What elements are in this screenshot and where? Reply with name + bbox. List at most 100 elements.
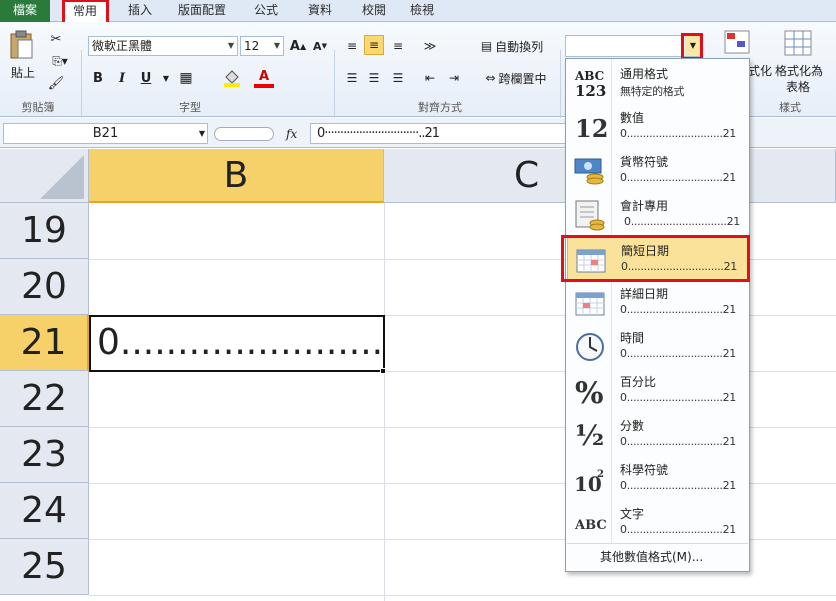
font-group-label: 字型 <box>179 101 201 114</box>
accounting-icon <box>573 199 607 231</box>
menu-item-sample: 0..............................21 <box>620 435 736 448</box>
font-size-combo[interactable]: 12 ▼ <box>240 36 284 56</box>
row-header-20[interactable]: 20 <box>0 259 89 315</box>
tab-home[interactable]: 常用 <box>62 0 108 23</box>
align-left-icon[interactable]: ☰ <box>342 68 362 88</box>
row-header-25[interactable]: 25 <box>0 539 89 595</box>
menu-item-label: 科學符號 <box>620 463 669 477</box>
orientation-icon[interactable]: ≫ <box>420 36 440 56</box>
menu-item-short-date[interactable]: 簡短日期 0..............................21 <box>567 237 748 281</box>
number-format-combo[interactable]: ▼ <box>565 35 702 57</box>
format-as-table-label[interactable]: 格式化為 <box>772 62 826 78</box>
svg-text:½: ½ <box>575 419 604 451</box>
grow-font-icon[interactable]: A ▲ <box>288 36 308 56</box>
align-top-icon[interactable]: ≡ <box>342 36 362 56</box>
svg-text:123: 123 <box>575 82 606 99</box>
column-header-b[interactable]: B <box>89 149 384 203</box>
conditional-format-label[interactable]: 式化 <box>748 62 772 78</box>
fraction-icon: ½ <box>573 419 607 451</box>
chevron-down-icon: ▼ <box>273 41 281 50</box>
menu-item-percentage[interactable]: % 百分比 0..............................21 <box>567 369 748 413</box>
tab-view[interactable]: 檢視 <box>402 0 442 22</box>
number-format-dropdown-button[interactable]: ▼ <box>685 36 701 56</box>
underline-button[interactable]: U <box>136 68 156 88</box>
tab-formulas[interactable]: 公式 <box>246 0 286 22</box>
number-12-icon: 12 <box>573 111 607 143</box>
menu-item-label: 時間 <box>620 331 645 345</box>
menu-item-text[interactable]: ABC 文字 0..............................21 <box>567 501 748 545</box>
row-header-22[interactable]: 22 <box>0 371 89 427</box>
svg-text:12: 12 <box>575 114 607 143</box>
name-box[interactable]: B21 ▼ <box>3 123 208 144</box>
font-color-icon[interactable]: A <box>254 68 274 88</box>
decrease-indent-icon[interactable]: ⇤ <box>420 68 440 88</box>
align-middle-icon[interactable]: ≡ <box>364 35 384 55</box>
merge-icon: ⇔ <box>485 71 496 85</box>
menu-item-label: 貨幣符號 <box>620 155 669 169</box>
paste-button-label[interactable]: 貼上 <box>6 64 40 80</box>
chevron-down-icon[interactable]: ▼ <box>156 68 176 88</box>
row-header-24[interactable]: 24 <box>0 483 89 539</box>
wrap-text-button[interactable]: ▤ 自動換列 <box>474 36 550 56</box>
menu-item-label: 通用格式 <box>620 67 669 81</box>
bold-button[interactable]: B <box>88 68 108 88</box>
styles-group-label: 樣式 <box>779 101 801 114</box>
format-painter-icon[interactable]: 🖌 <box>46 74 66 92</box>
menu-item-fraction[interactable]: ½ 分數 0..............................21 <box>567 413 748 457</box>
menu-item-accounting[interactable]: 會計專用 0..............................21 <box>567 193 748 237</box>
tab-file[interactable]: 檔案 <box>0 0 50 22</box>
more-number-formats-item[interactable]: 其他數值格式(M)... <box>567 543 748 571</box>
tab-page-layout[interactable]: 版面配置 <box>172 0 232 22</box>
fill-handle[interactable] <box>380 368 386 374</box>
shrink-font-icon[interactable]: A ▼ <box>310 36 330 56</box>
borders-icon[interactable]: ▦ <box>176 68 196 88</box>
menu-item-sample: 0..............................21 <box>620 391 736 404</box>
wrap-text-icon: ▤ <box>480 39 493 53</box>
menu-item-currency[interactable]: 貨幣符號 0..............................21 <box>567 149 748 193</box>
formula-bar-resize-handle[interactable] <box>214 127 274 141</box>
menu-item-label: 數值 <box>620 111 645 125</box>
cut-icon[interactable]: ✂ <box>46 30 66 48</box>
chevron-down-icon: ▼ <box>198 129 205 138</box>
table-label[interactable]: 表格 <box>778 78 818 94</box>
row-header-19[interactable]: 19 <box>0 203 89 259</box>
row-header-21[interactable]: 21 <box>0 315 89 371</box>
align-center-icon[interactable]: ☰ <box>364 68 384 88</box>
tab-data[interactable]: 資料 <box>300 0 340 22</box>
formula-input[interactable]: 0······························..21 <box>310 123 572 144</box>
menu-item-long-date[interactable]: 詳細日期 0..............................21 <box>567 281 748 325</box>
italic-button[interactable]: I <box>112 68 132 88</box>
menu-item-general[interactable]: ABC 123 通用格式 無特定的格式 <box>567 61 748 105</box>
menu-item-sample: 0..............................21 <box>620 347 736 360</box>
menu-item-scientific[interactable]: 10 2 科學符號 0..............................… <box>567 457 748 501</box>
font-size-value: 12 <box>244 39 260 53</box>
paste-icon[interactable] <box>6 28 38 62</box>
row-header-23[interactable]: 23 <box>0 427 89 483</box>
svg-text:ABC: ABC <box>574 518 607 533</box>
fx-icon[interactable]: fx <box>286 127 297 141</box>
percent-icon: % <box>573 375 607 407</box>
gridline <box>384 203 385 601</box>
menu-item-sample: 0..............................21 <box>620 523 736 536</box>
menu-item-time[interactable]: 時間 0..............................21 <box>567 325 748 369</box>
menu-item-sample: 0..............................21 <box>620 171 736 184</box>
cell-b21[interactable]: 0....................... <box>89 315 385 372</box>
menu-item-label: 百分比 <box>620 375 657 389</box>
align-right-icon[interactable]: ☰ <box>388 68 408 88</box>
merge-center-button[interactable]: ⇔ 跨欄置中 <box>474 68 558 88</box>
menu-item-number[interactable]: 12 數值 0..............................21 <box>567 105 748 149</box>
tab-review[interactable]: 校閱 <box>354 0 394 22</box>
chevron-down-icon: ▼ <box>689 41 697 50</box>
conditional-format-icon[interactable] <box>720 28 756 58</box>
scientific-icon: 10 2 <box>573 463 607 495</box>
increase-indent-icon[interactable]: ⇥ <box>444 68 464 88</box>
select-all-corner[interactable] <box>0 149 89 203</box>
menu-item-sample: 0..............................21 <box>620 303 736 316</box>
format-as-table-icon[interactable] <box>780 28 816 58</box>
font-name-combo[interactable]: 微軟正黑體 ▼ <box>88 36 238 56</box>
copy-icon[interactable]: ⎘▾ <box>46 52 74 70</box>
align-bottom-icon[interactable]: ≡ <box>388 36 408 56</box>
tab-insert[interactable]: 插入 <box>120 0 160 22</box>
fill-color-icon[interactable] <box>222 68 242 88</box>
menu-item-sample: 0..............................21 <box>621 260 737 273</box>
